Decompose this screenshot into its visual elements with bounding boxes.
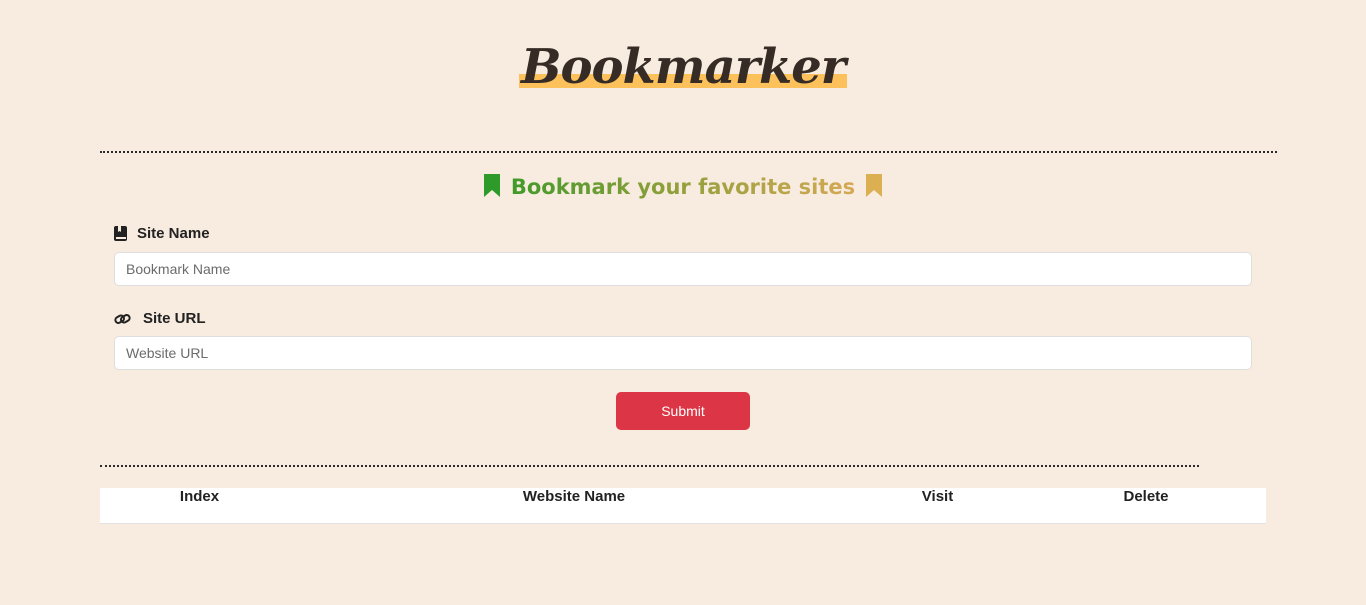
header: Bookmarker	[0, 38, 1366, 96]
bookmark-icon	[866, 174, 883, 197]
site-name-label-text: Site Name	[137, 225, 210, 242]
site-name-label: Site Name	[114, 225, 210, 242]
site-url-label: Site URL	[114, 310, 206, 327]
page-title: Bookmarker	[518, 38, 848, 96]
column-header-website-name: Website Name	[522, 488, 626, 505]
divider-top	[100, 151, 1277, 153]
book-icon	[114, 226, 127, 241]
tagline: Bookmark your favorite sites	[0, 172, 1366, 202]
divider-bottom	[100, 465, 1199, 467]
column-header-index: Index	[179, 488, 220, 505]
site-name-input[interactable]	[114, 252, 1252, 286]
page-title-text: Bookmarker	[520, 39, 846, 95]
bookmark-icon	[483, 174, 500, 197]
column-header-visit: Visit	[921, 488, 954, 505]
column-header-delete: Delete	[1123, 488, 1169, 505]
bookmarks-table: Index Website Name Visit Delete	[100, 488, 1266, 524]
link-icon	[114, 313, 131, 324]
table-body	[100, 505, 1266, 523]
tagline-text: Bookmark your favorite sites	[508, 175, 858, 199]
submit-button[interactable]: Submit	[616, 392, 750, 430]
table-header-row: Index Website Name Visit Delete	[100, 488, 1266, 505]
site-url-label-text: Site URL	[143, 310, 206, 327]
site-url-input[interactable]	[114, 336, 1252, 370]
